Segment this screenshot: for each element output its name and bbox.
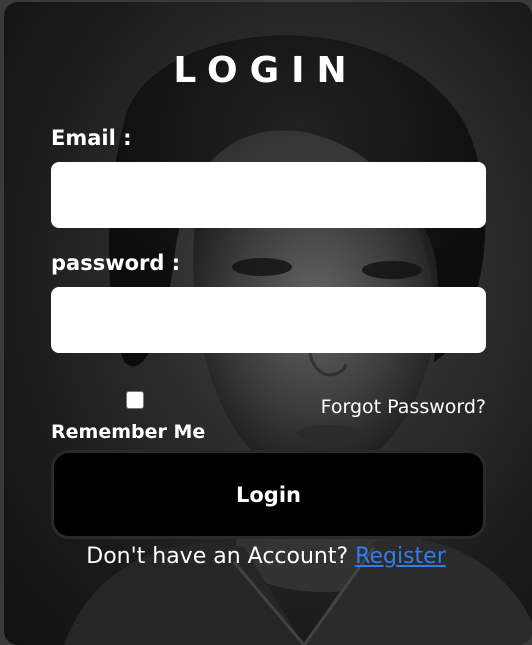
forgot-password-link[interactable]: Forgot Password?: [321, 396, 486, 418]
register-link[interactable]: Register: [355, 544, 446, 569]
email-field[interactable]: [51, 162, 486, 228]
password-label: password :: [51, 251, 181, 275]
login-button-label: Login: [236, 482, 301, 507]
remember-me-checkbox[interactable]: [126, 391, 144, 409]
email-label: Email :: [51, 126, 132, 150]
remember-me-label: Remember Me: [51, 421, 206, 443]
register-prompt: Don't have an Account? Register: [0, 544, 532, 569]
page-title: LOGIN: [173, 50, 359, 91]
password-field[interactable]: [51, 287, 486, 353]
login-button[interactable]: Login: [51, 450, 486, 539]
no-account-text: Don't have an Account?: [86, 544, 349, 569]
